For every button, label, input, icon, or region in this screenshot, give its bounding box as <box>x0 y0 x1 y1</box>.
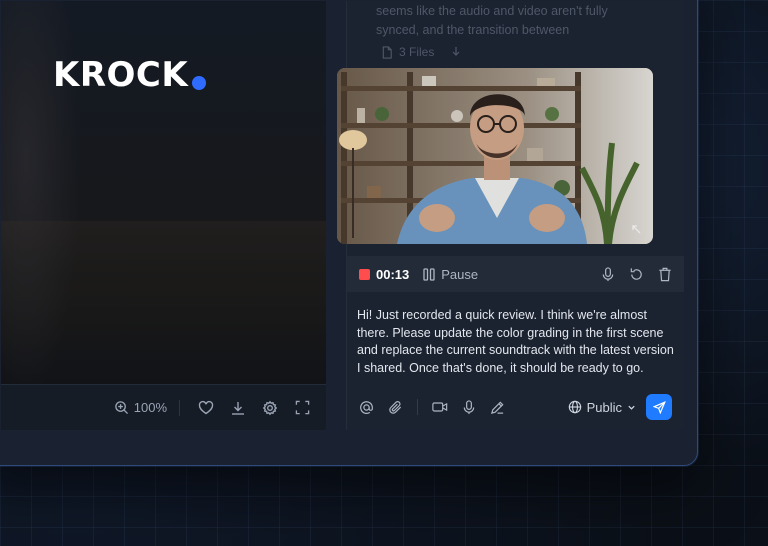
recording-indicator-icon <box>359 268 370 280</box>
app-window: 100% This part feels a bit unpolished ri… <box>0 0 698 466</box>
chevron-down-icon <box>627 403 636 412</box>
recording-actions <box>601 266 672 282</box>
heart-icon <box>198 400 214 416</box>
previous-comment-text: This part feels a bit unpolished right n… <box>376 4 608 37</box>
fullscreen-button[interactable] <box>288 393 316 423</box>
download-files-icon[interactable] <box>450 46 462 58</box>
restart-icon[interactable] <box>629 267 644 282</box>
toolbar-divider <box>179 399 180 416</box>
composer-toolbar: Public <box>347 390 684 424</box>
file-icon <box>381 45 393 59</box>
zoom-level: 100% <box>133 400 167 415</box>
video-preview[interactable] <box>337 68 653 244</box>
visibility-selector[interactable]: Public <box>568 400 636 415</box>
settings-button[interactable] <box>256 393 284 423</box>
voice-icon[interactable] <box>462 399 476 415</box>
video-frame-illustration <box>337 68 653 244</box>
pause-button[interactable]: Pause <box>423 267 478 282</box>
composer-divider <box>417 399 418 415</box>
review-panel: This part feels a bit unpolished right n… <box>337 1 684 430</box>
pause-icon <box>423 267 435 281</box>
pause-label: Pause <box>441 266 479 282</box>
draw-icon[interactable] <box>490 400 505 415</box>
download-icon <box>230 400 246 416</box>
send-button[interactable] <box>646 394 672 420</box>
comment-text[interactable]: Hi! Just recorded a quick review. I thin… <box>357 307 677 377</box>
brand-name: KROCK <box>53 55 189 95</box>
recording-bar: 00:13 Pause <box>347 256 684 292</box>
files-count: 3 Files <box>399 45 435 59</box>
logo-dot-icon <box>192 76 207 90</box>
send-icon <box>652 400 666 414</box>
canvas-toolbar: 100% <box>1 384 326 430</box>
settings-icon <box>262 400 278 416</box>
brand-logo: KROCK <box>53 55 207 95</box>
microphone-icon[interactable] <box>601 266 615 282</box>
visibility-label: Public <box>586 399 622 415</box>
trash-icon[interactable] <box>658 267 672 282</box>
background-floor <box>1 221 326 281</box>
like-button[interactable] <box>192 393 220 423</box>
mention-icon[interactable] <box>359 400 374 415</box>
download-button[interactable] <box>224 393 252 423</box>
globe-icon <box>568 400 582 414</box>
fullscreen-icon <box>295 400 310 415</box>
video-camera-icon[interactable] <box>432 400 448 414</box>
zoom-in-icon <box>114 400 129 415</box>
recording-time: 00:13 <box>376 266 410 282</box>
zoom-control[interactable]: 100% <box>114 393 167 423</box>
attachment-icon[interactable] <box>388 400 403 415</box>
attachments-row[interactable]: 3 Files <box>381 45 462 59</box>
